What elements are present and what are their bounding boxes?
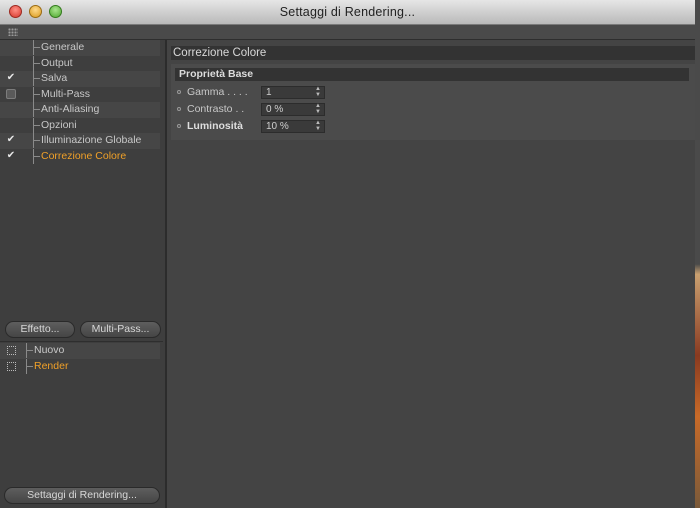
animation-dot-icon[interactable] <box>177 90 181 94</box>
property-group: Proprietà Base Gamma . . . . 1 ▲ ▼ Contrasto… <box>171 64 695 140</box>
property-value-field[interactable]: 1 ▲ ▼ <box>261 86 325 99</box>
render-settings-list: Nuovo Render <box>0 343 160 374</box>
render-settings-window: Settaggi di Rendering... Generale Output ✔… <box>0 0 695 508</box>
tree-item[interactable]: ✔ Illuminazione Globale <box>0 133 160 149</box>
tree-item-label: Anti-Aliasing <box>41 103 100 115</box>
tree-item[interactable]: Output <box>0 55 160 72</box>
property-value-field[interactable]: 0 % ▲ ▼ <box>261 103 325 116</box>
grip-icon[interactable] <box>8 28 18 36</box>
checkmark-icon[interactable]: ✔ <box>6 73 16 83</box>
tree-item[interactable]: ✔ Correzione Colore <box>0 148 160 165</box>
title-bar[interactable]: Settaggi di Rendering... <box>0 0 695 25</box>
checkmark-icon[interactable]: ✔ <box>6 150 16 161</box>
animation-dot-icon[interactable] <box>177 124 181 128</box>
tree-item-label: Salva <box>41 72 68 84</box>
render-settings-button[interactable]: Settaggi di Rendering... <box>4 487 160 504</box>
spinner-arrows-icon[interactable]: ▲ ▼ <box>315 120 321 132</box>
property-label: Contrasto . . <box>187 103 245 115</box>
spinner-arrows-icon[interactable]: ▲ ▼ <box>315 86 321 98</box>
left-panel: Generale Output ✔ Salva Multi-Pass Anti-Alias… <box>0 40 167 508</box>
animation-dot-icon[interactable] <box>177 107 181 111</box>
property-label: Luminosità <box>187 120 244 132</box>
multi-pass-button[interactable]: Multi-Pass... <box>80 321 161 338</box>
tree-item-label: Correzione Colore <box>41 149 127 162</box>
list-item[interactable]: Render <box>0 358 160 375</box>
divider <box>0 341 163 342</box>
settings-tree: Generale Output ✔ Salva Multi-Pass Anti-Alias… <box>0 40 160 164</box>
toolbar <box>0 25 695 40</box>
checkmark-icon[interactable]: ✔ <box>6 135 16 145</box>
window-title: Settaggi di Rendering... <box>279 5 416 19</box>
property-value: 0 % <box>266 104 284 115</box>
effetto-button[interactable]: Effetto... <box>5 321 75 338</box>
tree-item[interactable]: Opzioni <box>0 117 160 134</box>
group-title: Proprietà Base <box>175 68 689 81</box>
desktop-edge <box>695 0 700 508</box>
tree-item-label: Opzioni <box>41 118 77 131</box>
tree-item[interactable]: Anti-Aliasing <box>0 102 160 118</box>
render-setting-icon <box>7 361 16 371</box>
tree-item-label: Output <box>41 56 73 69</box>
tree-item-label: Generale <box>41 41 85 53</box>
list-item[interactable]: Nuovo <box>0 343 160 359</box>
properties-panel: Correzione Colore Proprietà Base Gamma .… <box>167 40 695 508</box>
property-value-field[interactable]: 10 % ▲ ▼ <box>261 120 325 133</box>
property-value: 10 % <box>266 121 289 132</box>
tree-item[interactable]: Generale <box>0 40 160 56</box>
tree-item[interactable]: Multi-Pass <box>0 86 160 103</box>
property-value: 1 <box>266 87 272 98</box>
tree-item-label: Illuminazione Globale <box>41 134 142 146</box>
checkbox[interactable] <box>6 88 16 99</box>
section-title: Correzione Colore <box>171 46 695 60</box>
spinner-arrows-icon[interactable]: ▲ ▼ <box>315 103 321 115</box>
list-item-label: Nuovo <box>34 344 65 356</box>
tree-item-label: Multi-Pass <box>41 87 91 100</box>
list-item-label: Render <box>34 359 69 372</box>
tree-item[interactable]: ✔ Salva <box>0 71 160 87</box>
property-label: Gamma . . . . <box>187 86 248 98</box>
render-setting-icon <box>7 346 16 355</box>
